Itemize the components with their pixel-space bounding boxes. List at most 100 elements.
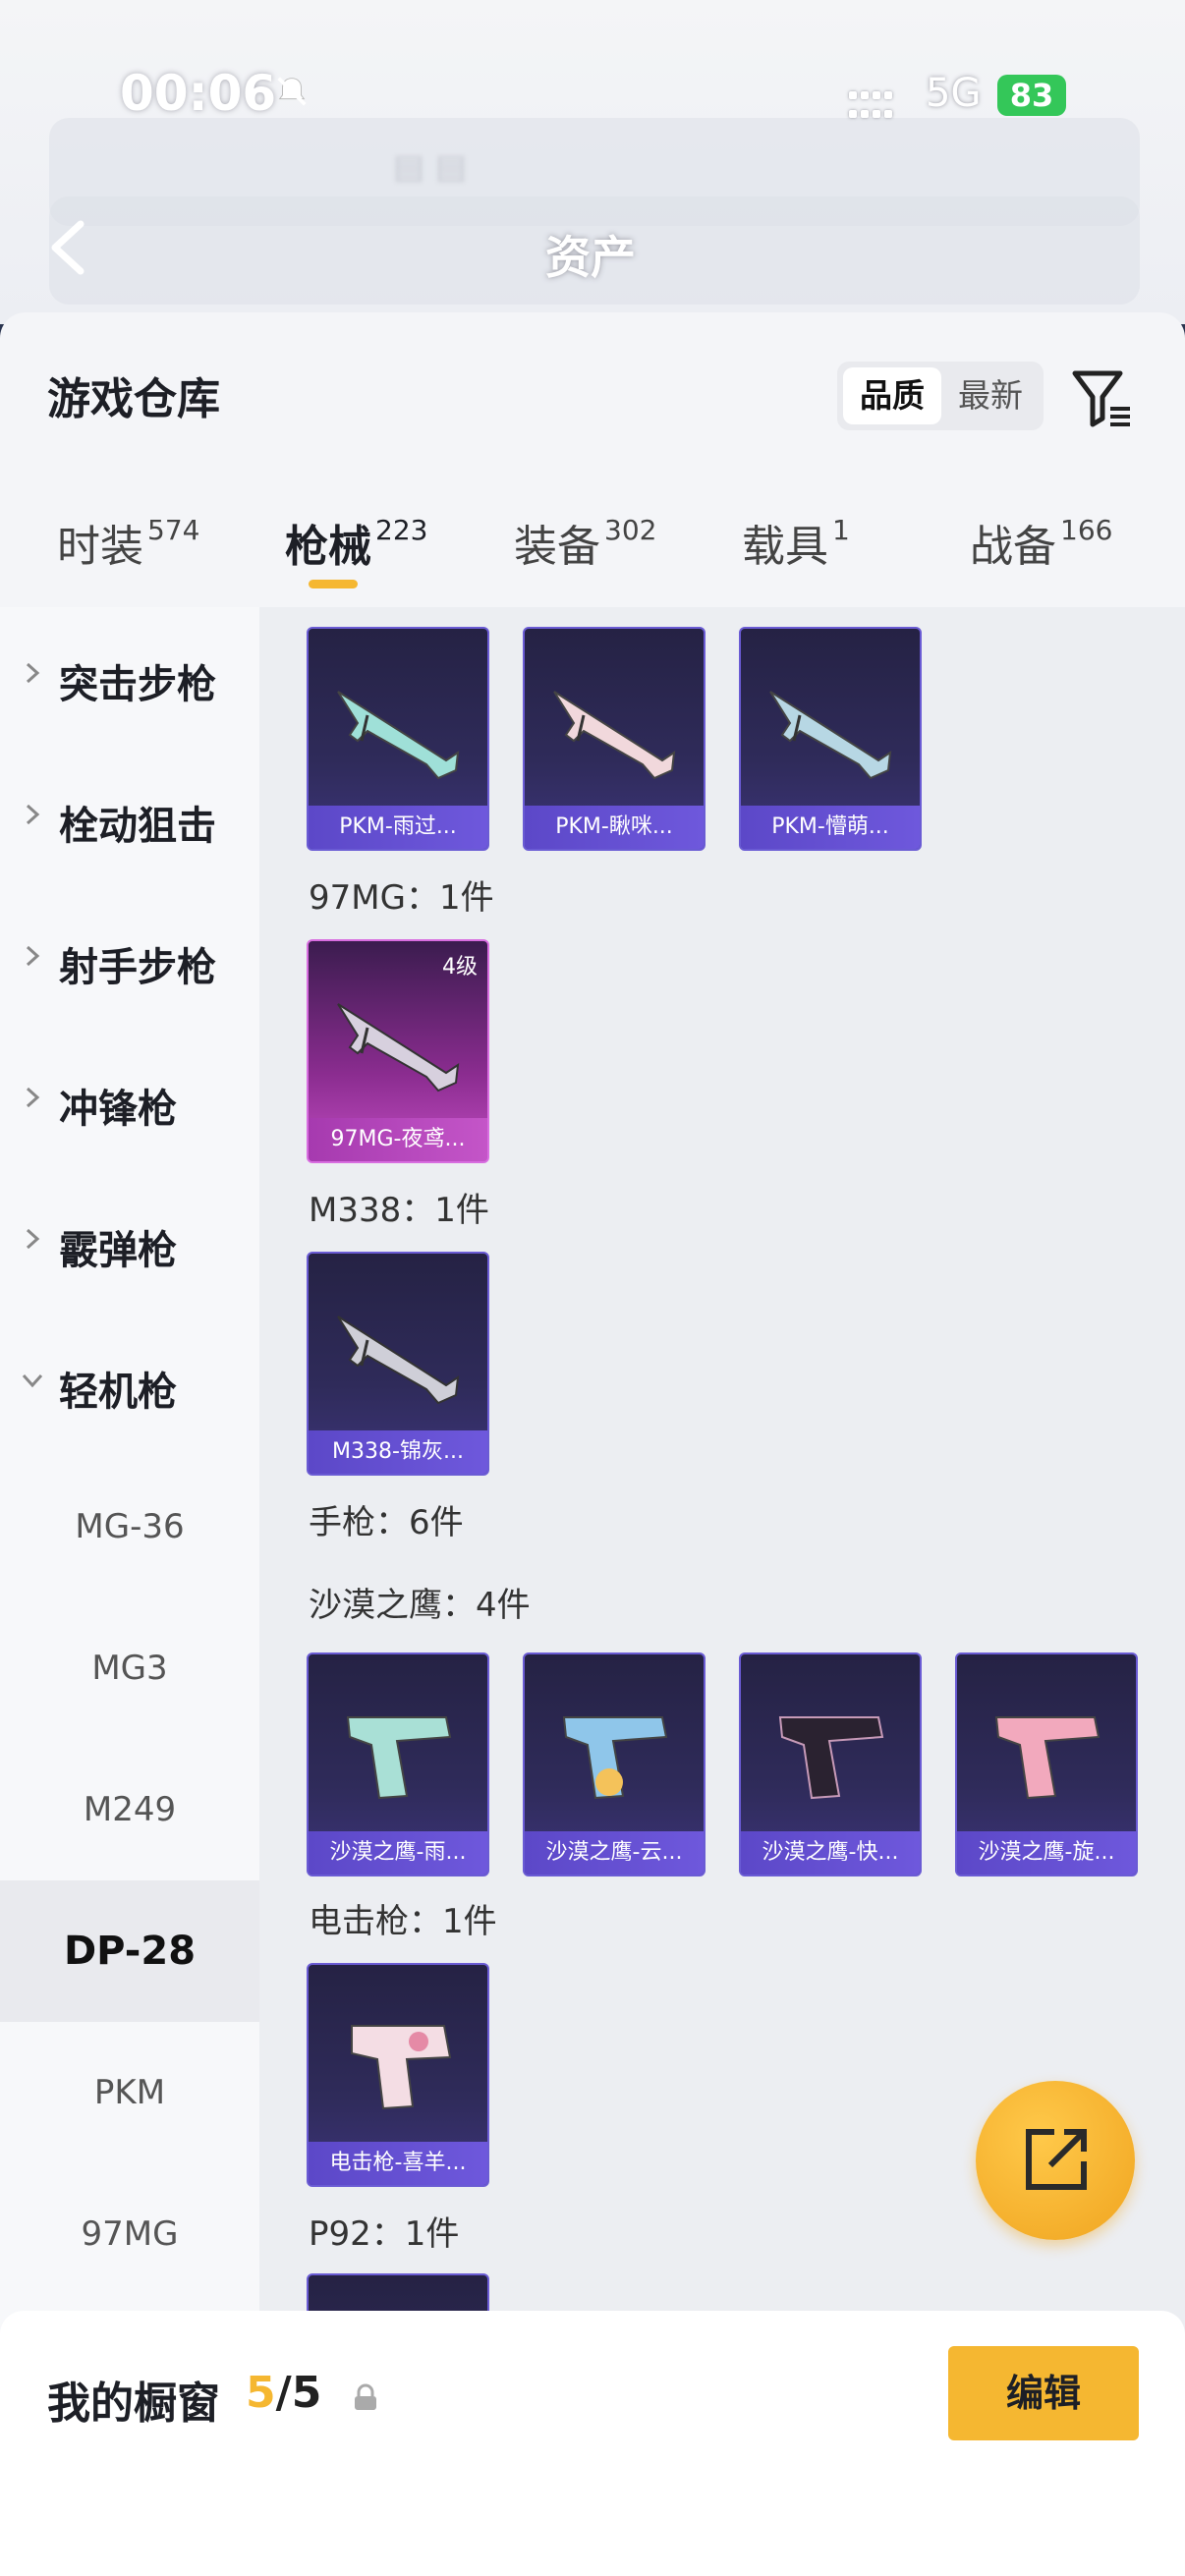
sidebar-item-label: 射手步枪: [59, 945, 216, 990]
group-label: 手枪：6件: [309, 1503, 464, 1542]
chevron-down-icon: [22, 1373, 43, 1388]
active-tab-indicator: [309, 580, 358, 588]
tab-count: 1: [832, 514, 850, 546]
sidebar-sub-mg36[interactable]: MG-36: [0, 1456, 259, 1597]
battery-indicator: 83: [997, 75, 1066, 116]
pistol-icon: [994, 1716, 1100, 1800]
share-icon: [1026, 2129, 1087, 2190]
machine-gun-icon: [553, 691, 676, 780]
item-card[interactable]: 沙漠之鹰-旋...: [955, 1652, 1138, 1876]
silent-bell-icon: [277, 77, 307, 106]
machine-gun-icon: [337, 1003, 460, 1092]
tab-count: 574: [147, 514, 200, 546]
sidebar-item-shotgun[interactable]: 霰弹枪: [0, 1173, 259, 1315]
item-name: 沙漠之鹰-快...: [762, 1840, 899, 1865]
signal-icon: [849, 84, 896, 122]
sidebar-sub-dp28[interactable]: DP-28: [0, 1880, 259, 2022]
machine-gun-icon: [337, 691, 460, 780]
sidebar-item-label: 栓动狙击: [59, 804, 216, 849]
network-type: 5G: [926, 71, 982, 116]
tab-label: 装备: [514, 522, 600, 572]
page-title: 资产: [545, 231, 636, 284]
weapon-category-sidebar: 突击步枪 栓动狙击 射手步枪 冲锋枪 霰弹枪 轻机枪 MG-36 MG3 M24…: [0, 607, 259, 2358]
sidebar-item-assault-rifle[interactable]: 突击步枪: [0, 607, 259, 749]
sidebar-item-lmg[interactable]: 轻机枪: [0, 1315, 259, 1456]
item-card[interactable]: 沙漠之鹰-云...: [523, 1652, 705, 1876]
tab-label: 战备: [970, 522, 1056, 572]
sidebar-sub-mg3[interactable]: MG3: [0, 1597, 259, 1739]
item-card[interactable]: PKM-懵萌...: [739, 627, 922, 851]
warehouse-title: 游戏仓库: [47, 374, 220, 424]
showcase-title: 我的橱窗: [47, 2379, 220, 2429]
showcase-current: 5: [246, 2368, 276, 2418]
item-name: 沙漠之鹰-旋...: [978, 1840, 1115, 1865]
tab-equipment[interactable]: 装备 302: [514, 511, 656, 574]
group-label: M338：1件: [309, 1191, 489, 1230]
item-card[interactable]: 4级 97MG-夜鸢...: [307, 939, 489, 1163]
sidebar-sub-pkm[interactable]: PKM: [0, 2022, 259, 2163]
tab-label: 枪械: [285, 522, 371, 572]
sidebar-item-label: 轻机枪: [59, 1370, 177, 1415]
chevron-right-icon: [26, 1228, 40, 1250]
pistol-icon: [346, 1716, 452, 1800]
item-card[interactable]: PKM-雨过...: [307, 627, 489, 851]
share-button[interactable]: [976, 2081, 1135, 2240]
chevron-right-icon: [26, 945, 40, 967]
item-card[interactable]: 电击枪-喜羊...: [307, 1963, 489, 2187]
group-label: 沙漠之鹰：4件: [309, 1586, 531, 1625]
sort-quality-button[interactable]: 品质: [843, 367, 941, 424]
item-card[interactable]: 沙漠之鹰-雨...: [307, 1652, 489, 1876]
showcase-bar: 我的橱窗 5/5 编辑: [0, 2311, 1185, 2576]
status-time: 00:06: [120, 65, 277, 122]
sidebar-item-smg[interactable]: 冲锋枪: [0, 1032, 259, 1173]
lock-icon: [355, 2383, 376, 2410]
chevron-right-icon: [26, 662, 40, 684]
edit-button[interactable]: 编辑: [948, 2346, 1139, 2440]
filter-icon[interactable]: [1069, 364, 1136, 430]
item-card[interactable]: M338-锦灰...: [307, 1252, 489, 1476]
stun-gun-icon: [351, 2025, 452, 2110]
sort-newest-button[interactable]: 最新: [941, 367, 1040, 424]
tab-label: 时装: [57, 522, 143, 572]
group-label: P92：1件: [309, 2214, 460, 2254]
machine-gun-icon: [769, 691, 892, 780]
item-card[interactable]: PKM-瞅咪...: [523, 627, 705, 851]
tab-guns[interactable]: 枪械 223: [285, 511, 427, 574]
item-name: 沙漠之鹰-云...: [545, 1840, 683, 1865]
tab-vehicles[interactable]: 载具 1: [742, 511, 850, 574]
warehouse-sheet: 游戏仓库 品质 最新 时装 574 枪械 223 装备 302 载具 1 战备 166 突…: [0, 312, 1185, 2576]
sidebar-item-label: 冲锋枪: [59, 1087, 177, 1132]
item-name: M338-锦灰...: [332, 1439, 464, 1464]
item-name: PKM-雨过...: [339, 814, 457, 839]
chevron-right-icon: [26, 1087, 40, 1108]
tab-label: 载具: [742, 522, 828, 572]
item-name: PKM-懵萌...: [771, 814, 889, 839]
tab-supplies[interactable]: 战备 166: [970, 511, 1112, 574]
item-card[interactable]: 沙漠之鹰-快...: [739, 1652, 922, 1876]
item-name: PKM-瞅咪...: [555, 814, 673, 839]
tab-count: 302: [604, 514, 657, 546]
tab-count: 166: [1060, 514, 1113, 546]
group-label: 97MG：1件: [309, 878, 494, 918]
sidebar-sub-97mg[interactable]: 97MG: [0, 2163, 259, 2305]
tab-count: 223: [375, 514, 428, 546]
showcase-total: /5: [275, 2368, 322, 2418]
sidebar-item-label: 突击步枪: [59, 662, 216, 707]
machine-gun-icon: [337, 1316, 460, 1405]
group-label: 电击枪：1件: [309, 1902, 497, 1941]
sort-toggle: 品质 最新: [837, 362, 1044, 430]
sidebar-item-bolt-sniper[interactable]: 栓动狙击: [0, 749, 259, 890]
item-name: 电击枪-喜羊...: [329, 2151, 467, 2175]
pistol-icon: [562, 1716, 668, 1800]
sidebar-item-marksman-rifle[interactable]: 射手步枪: [0, 890, 259, 1032]
sidebar-item-label: 霰弹枪: [59, 1228, 177, 1273]
sidebar-sub-m249[interactable]: M249: [0, 1739, 259, 1880]
showcase-count: 5/5: [246, 2368, 321, 2418]
back-arrow-icon[interactable]: [45, 218, 88, 277]
tab-fashion[interactable]: 时装 574: [57, 511, 199, 574]
ghost-deco: ▤ ▤: [393, 147, 468, 187]
item-name: 97MG-夜鸢...: [330, 1127, 466, 1151]
chevron-right-icon: [26, 804, 40, 825]
item-name: 沙漠之鹰-雨...: [329, 1840, 467, 1865]
pistol-icon: [778, 1716, 884, 1800]
